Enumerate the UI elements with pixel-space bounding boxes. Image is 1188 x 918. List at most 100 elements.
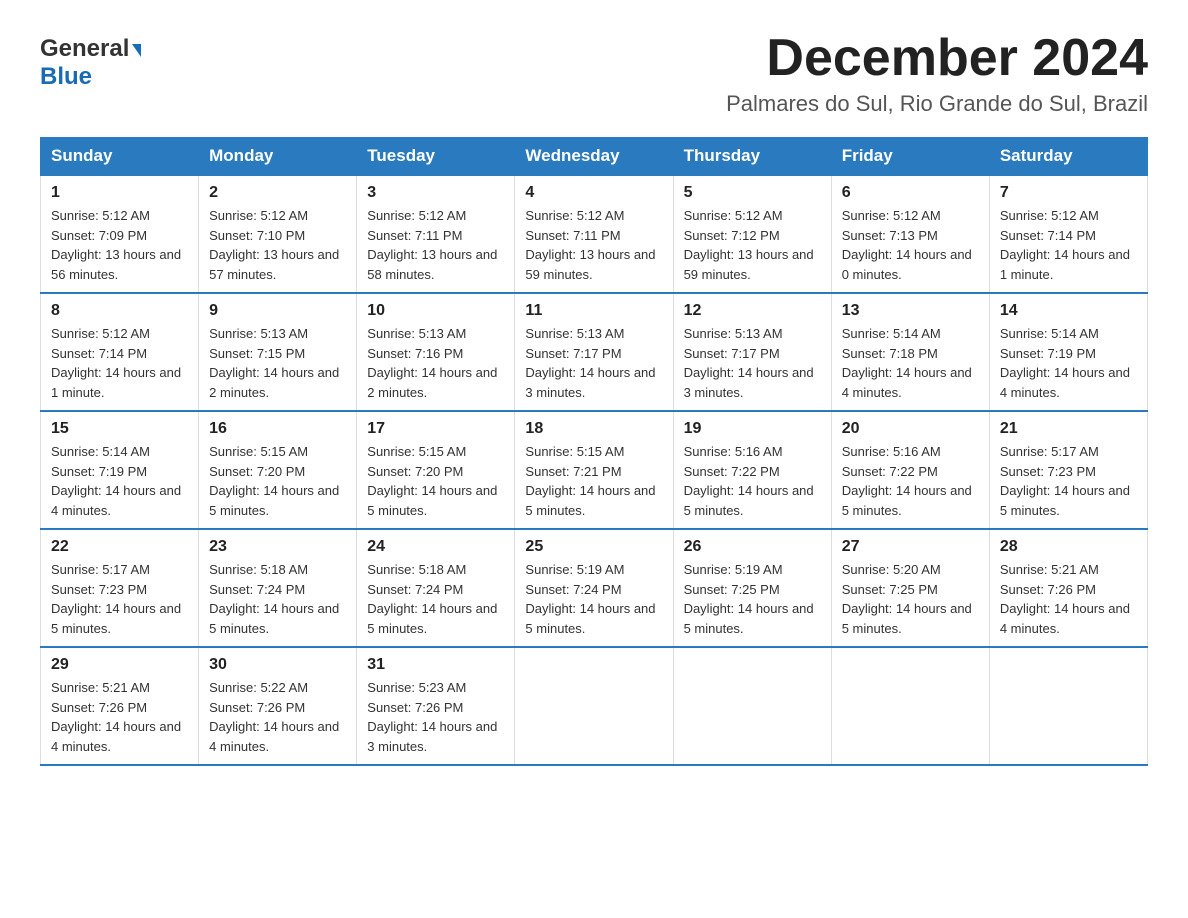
day-number: 6 — [842, 184, 979, 202]
calendar-cell: 12 Sunrise: 5:13 AMSunset: 7:17 PMDaylig… — [673, 293, 831, 411]
day-number: 19 — [684, 420, 821, 438]
logo-arrow-icon — [132, 44, 141, 57]
day-info: Sunrise: 5:12 AMSunset: 7:11 PMDaylight:… — [367, 208, 497, 282]
header-thursday: Thursday — [673, 138, 831, 176]
calendar-cell: 21 Sunrise: 5:17 AMSunset: 7:23 PMDaylig… — [989, 411, 1147, 529]
page-header: General Blue December 2024 Palmares do S… — [40, 30, 1148, 117]
logo-blue: Blue — [40, 63, 92, 90]
calendar-cell: 6 Sunrise: 5:12 AMSunset: 7:13 PMDayligh… — [831, 175, 989, 293]
week-row-1: 1 Sunrise: 5:12 AMSunset: 7:09 PMDayligh… — [41, 175, 1148, 293]
day-number: 31 — [367, 656, 504, 674]
day-number: 27 — [842, 538, 979, 556]
day-number: 18 — [525, 420, 662, 438]
day-info: Sunrise: 5:12 AMSunset: 7:14 PMDaylight:… — [1000, 208, 1130, 282]
day-info: Sunrise: 5:21 AMSunset: 7:26 PMDaylight:… — [1000, 562, 1130, 636]
day-number: 17 — [367, 420, 504, 438]
day-info: Sunrise: 5:13 AMSunset: 7:17 PMDaylight:… — [684, 326, 814, 400]
day-info: Sunrise: 5:15 AMSunset: 7:20 PMDaylight:… — [367, 444, 497, 518]
header-tuesday: Tuesday — [357, 138, 515, 176]
day-info: Sunrise: 5:15 AMSunset: 7:21 PMDaylight:… — [525, 444, 655, 518]
day-number: 25 — [525, 538, 662, 556]
day-number: 23 — [209, 538, 346, 556]
day-info: Sunrise: 5:15 AMSunset: 7:20 PMDaylight:… — [209, 444, 339, 518]
day-info: Sunrise: 5:13 AMSunset: 7:17 PMDaylight:… — [525, 326, 655, 400]
day-info: Sunrise: 5:12 AMSunset: 7:09 PMDaylight:… — [51, 208, 181, 282]
day-info: Sunrise: 5:16 AMSunset: 7:22 PMDaylight:… — [842, 444, 972, 518]
calendar-cell: 7 Sunrise: 5:12 AMSunset: 7:14 PMDayligh… — [989, 175, 1147, 293]
day-number: 1 — [51, 184, 188, 202]
calendar-cell: 23 Sunrise: 5:18 AMSunset: 7:24 PMDaylig… — [199, 529, 357, 647]
calendar-cell: 26 Sunrise: 5:19 AMSunset: 7:25 PMDaylig… — [673, 529, 831, 647]
day-number: 29 — [51, 656, 188, 674]
calendar-cell — [515, 647, 673, 765]
calendar-cell: 11 Sunrise: 5:13 AMSunset: 7:17 PMDaylig… — [515, 293, 673, 411]
week-row-2: 8 Sunrise: 5:12 AMSunset: 7:14 PMDayligh… — [41, 293, 1148, 411]
header-saturday: Saturday — [989, 138, 1147, 176]
day-info: Sunrise: 5:12 AMSunset: 7:10 PMDaylight:… — [209, 208, 339, 282]
week-row-3: 15 Sunrise: 5:14 AMSunset: 7:19 PMDaylig… — [41, 411, 1148, 529]
header-sunday: Sunday — [41, 138, 199, 176]
day-number: 21 — [1000, 420, 1137, 438]
calendar-cell: 2 Sunrise: 5:12 AMSunset: 7:10 PMDayligh… — [199, 175, 357, 293]
calendar-cell: 27 Sunrise: 5:20 AMSunset: 7:25 PMDaylig… — [831, 529, 989, 647]
calendar-cell: 29 Sunrise: 5:21 AMSunset: 7:26 PMDaylig… — [41, 647, 199, 765]
day-info: Sunrise: 5:17 AMSunset: 7:23 PMDaylight:… — [51, 562, 181, 636]
calendar-cell: 19 Sunrise: 5:16 AMSunset: 7:22 PMDaylig… — [673, 411, 831, 529]
day-info: Sunrise: 5:14 AMSunset: 7:19 PMDaylight:… — [1000, 326, 1130, 400]
calendar-cell: 20 Sunrise: 5:16 AMSunset: 7:22 PMDaylig… — [831, 411, 989, 529]
calendar-subtitle: Palmares do Sul, Rio Grande do Sul, Braz… — [726, 91, 1148, 117]
logo: General Blue — [40, 30, 141, 91]
logo-general: General — [40, 35, 129, 63]
day-number: 16 — [209, 420, 346, 438]
calendar-cell: 15 Sunrise: 5:14 AMSunset: 7:19 PMDaylig… — [41, 411, 199, 529]
header-monday: Monday — [199, 138, 357, 176]
day-number: 20 — [842, 420, 979, 438]
calendar-cell — [989, 647, 1147, 765]
day-info: Sunrise: 5:14 AMSunset: 7:18 PMDaylight:… — [842, 326, 972, 400]
day-info: Sunrise: 5:18 AMSunset: 7:24 PMDaylight:… — [367, 562, 497, 636]
day-number: 10 — [367, 302, 504, 320]
day-number: 9 — [209, 302, 346, 320]
title-area: December 2024 Palmares do Sul, Rio Grand… — [726, 30, 1148, 117]
day-info: Sunrise: 5:16 AMSunset: 7:22 PMDaylight:… — [684, 444, 814, 518]
header-wednesday: Wednesday — [515, 138, 673, 176]
day-number: 11 — [525, 302, 662, 320]
calendar-cell: 28 Sunrise: 5:21 AMSunset: 7:26 PMDaylig… — [989, 529, 1147, 647]
day-number: 2 — [209, 184, 346, 202]
day-info: Sunrise: 5:12 AMSunset: 7:11 PMDaylight:… — [525, 208, 655, 282]
day-number: 15 — [51, 420, 188, 438]
day-info: Sunrise: 5:12 AMSunset: 7:13 PMDaylight:… — [842, 208, 972, 282]
day-info: Sunrise: 5:19 AMSunset: 7:24 PMDaylight:… — [525, 562, 655, 636]
day-info: Sunrise: 5:12 AMSunset: 7:12 PMDaylight:… — [684, 208, 814, 282]
day-number: 8 — [51, 302, 188, 320]
day-number: 28 — [1000, 538, 1137, 556]
calendar-cell: 22 Sunrise: 5:17 AMSunset: 7:23 PMDaylig… — [41, 529, 199, 647]
calendar-cell — [673, 647, 831, 765]
day-info: Sunrise: 5:22 AMSunset: 7:26 PMDaylight:… — [209, 680, 339, 754]
calendar-cell: 14 Sunrise: 5:14 AMSunset: 7:19 PMDaylig… — [989, 293, 1147, 411]
day-number: 22 — [51, 538, 188, 556]
day-info: Sunrise: 5:23 AMSunset: 7:26 PMDaylight:… — [367, 680, 497, 754]
calendar-cell: 9 Sunrise: 5:13 AMSunset: 7:15 PMDayligh… — [199, 293, 357, 411]
day-number: 26 — [684, 538, 821, 556]
day-number: 4 — [525, 184, 662, 202]
day-info: Sunrise: 5:17 AMSunset: 7:23 PMDaylight:… — [1000, 444, 1130, 518]
calendar-cell: 25 Sunrise: 5:19 AMSunset: 7:24 PMDaylig… — [515, 529, 673, 647]
calendar-cell: 31 Sunrise: 5:23 AMSunset: 7:26 PMDaylig… — [357, 647, 515, 765]
calendar-title: December 2024 — [726, 30, 1148, 87]
day-info: Sunrise: 5:13 AMSunset: 7:15 PMDaylight:… — [209, 326, 339, 400]
calendar-table: SundayMondayTuesdayWednesdayThursdayFrid… — [40, 137, 1148, 766]
day-number: 24 — [367, 538, 504, 556]
day-info: Sunrise: 5:19 AMSunset: 7:25 PMDaylight:… — [684, 562, 814, 636]
calendar-cell: 5 Sunrise: 5:12 AMSunset: 7:12 PMDayligh… — [673, 175, 831, 293]
day-number: 5 — [684, 184, 821, 202]
day-info: Sunrise: 5:12 AMSunset: 7:14 PMDaylight:… — [51, 326, 181, 400]
day-number: 3 — [367, 184, 504, 202]
calendar-cell: 18 Sunrise: 5:15 AMSunset: 7:21 PMDaylig… — [515, 411, 673, 529]
day-info: Sunrise: 5:13 AMSunset: 7:16 PMDaylight:… — [367, 326, 497, 400]
day-info: Sunrise: 5:20 AMSunset: 7:25 PMDaylight:… — [842, 562, 972, 636]
day-info: Sunrise: 5:21 AMSunset: 7:26 PMDaylight:… — [51, 680, 181, 754]
calendar-cell: 24 Sunrise: 5:18 AMSunset: 7:24 PMDaylig… — [357, 529, 515, 647]
day-number: 12 — [684, 302, 821, 320]
day-number: 7 — [1000, 184, 1137, 202]
